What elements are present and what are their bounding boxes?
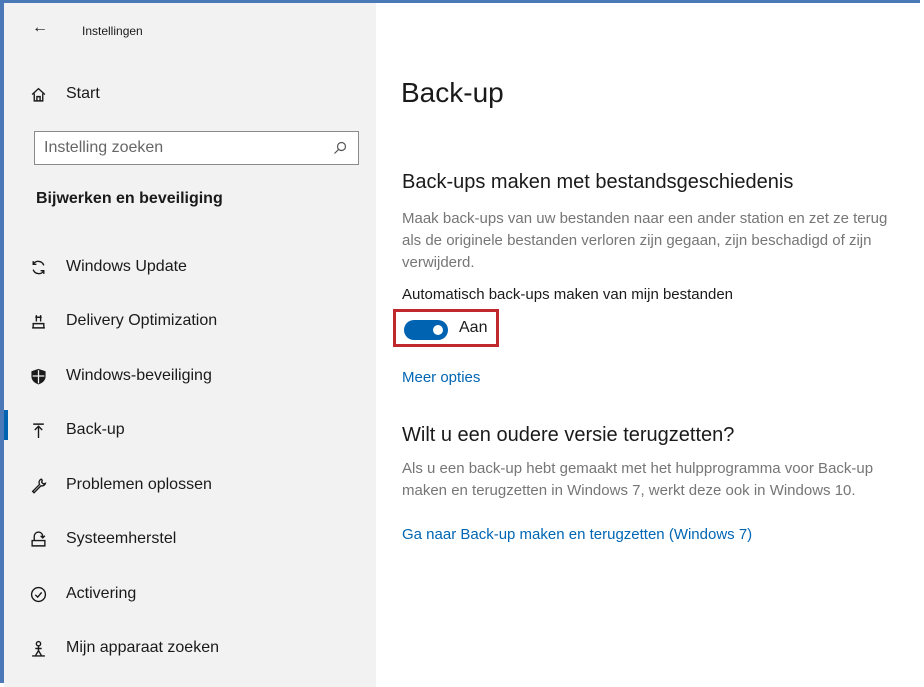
- wrench-icon: [28, 477, 48, 494]
- sidebar-item-find-my-device[interactable]: Mijn apparaat zoeken: [4, 628, 376, 668]
- more-options-link[interactable]: Meer opties: [402, 369, 480, 386]
- person-location-icon: [28, 640, 48, 657]
- file-history-description: Maak back-ups van uw bestanden naar een …: [402, 210, 888, 271]
- sidebar-item-backup[interactable]: Back-up: [4, 410, 376, 450]
- toggle-knob: [433, 325, 443, 335]
- sync-icon: [28, 259, 48, 276]
- sidebar-item-label: Back-up: [66, 421, 125, 438]
- sidebar-item-windows-security[interactable]: Windows-beveiliging: [4, 356, 376, 396]
- window-title: Instellingen: [82, 24, 143, 38]
- sidebar-item-recovery[interactable]: Systeemherstel: [4, 519, 376, 559]
- recovery-icon: [28, 530, 48, 548]
- auto-backup-toggle-highlight: Aan: [393, 309, 499, 347]
- sidebar-item-troubleshoot[interactable]: Problemen oplossen: [4, 465, 376, 505]
- delivery-optimization-icon: [28, 313, 48, 330]
- sidebar: ← Instellingen Start Instelling zoeken B…: [4, 3, 376, 687]
- sidebar-item-label: Activering: [66, 585, 137, 602]
- backup-arrow-up-icon: [28, 422, 48, 439]
- section-title: Bijwerken en beveiliging: [36, 190, 223, 207]
- windows7-backup-link[interactable]: Ga naar Back-up maken en terugzetten (Wi…: [402, 526, 752, 543]
- check-circle-icon: [28, 586, 48, 603]
- auto-backup-label: Automatisch back-ups maken van mijn best…: [402, 286, 734, 303]
- sidebar-item-activation[interactable]: Activering: [4, 574, 376, 614]
- shield-icon: [28, 368, 48, 385]
- sidebar-item-label: Start: [66, 85, 100, 102]
- toggle-state: Aan: [459, 319, 488, 336]
- sidebar-item-label: Problemen oplossen: [66, 476, 212, 493]
- file-history-heading: Back-ups maken met bestandsgeschiedenis: [402, 171, 794, 193]
- sidebar-item-start[interactable]: Start: [4, 74, 376, 114]
- home-icon: [28, 86, 48, 103]
- arrow-left-icon[interactable]: ←: [32, 19, 48, 37]
- sidebar-item-label: Windows Update: [66, 258, 187, 275]
- page-title: Back-up: [401, 77, 504, 108]
- search-input[interactable]: Instelling zoeken: [34, 131, 359, 165]
- search-placeholder: Instelling zoeken: [44, 139, 164, 156]
- restore-heading: Wilt u een oudere versie terugzetten?: [402, 424, 735, 446]
- auto-backup-toggle[interactable]: [404, 320, 448, 340]
- sidebar-item-windows-update[interactable]: Windows Update: [4, 247, 376, 287]
- main-content: Back-up Back-ups maken met bestandsgesch…: [376, 3, 921, 687]
- sidebar-item-label: Systeemherstel: [66, 530, 177, 547]
- selected-indicator: [4, 410, 8, 440]
- search-icon[interactable]: [332, 140, 348, 156]
- restore-description: Als u een back-up hebt gemaakt met het h…: [402, 460, 874, 499]
- sidebar-item-label: Windows-beveiliging: [66, 367, 212, 384]
- sidebar-item-label: Delivery Optimization: [66, 312, 218, 329]
- sidebar-item-label: Mijn apparaat zoeken: [66, 639, 219, 656]
- sidebar-item-delivery-optimization[interactable]: Delivery Optimization: [4, 301, 376, 341]
